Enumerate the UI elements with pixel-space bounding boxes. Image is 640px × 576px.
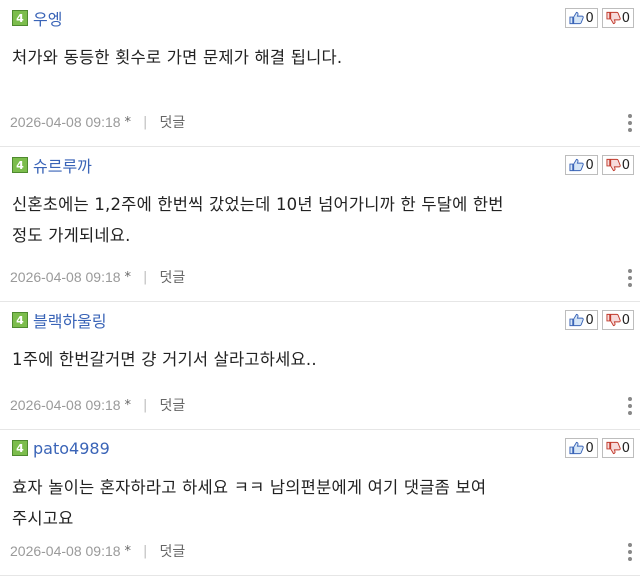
- meta-divider: |: [143, 269, 148, 285]
- thumbs-up-button[interactable]: 0: [565, 8, 598, 28]
- comment-date: 2026-04-08 09:18: [10, 114, 121, 130]
- thumbs-up-button[interactable]: 0: [565, 438, 598, 458]
- thumbs-up-icon: [569, 11, 585, 25]
- thumbs-down-button[interactable]: 0: [601, 438, 634, 458]
- thumbs-down-icon: [606, 158, 621, 172]
- meta-divider: |: [143, 114, 148, 130]
- comment-star: *: [124, 543, 132, 559]
- thumbs-up-icon: [569, 158, 585, 172]
- vote-buttons: 0 0: [565, 155, 634, 175]
- user-nickname[interactable]: 슈르루까: [33, 153, 92, 177]
- comment-header: 4 슈르루까: [12, 153, 92, 177]
- meta-divider: |: [143, 397, 148, 413]
- thumbs-down-button[interactable]: 0: [601, 8, 634, 28]
- more-options-icon[interactable]: [628, 269, 632, 287]
- thumbs-down-count: 0: [621, 440, 630, 456]
- comment-star: *: [124, 397, 132, 413]
- reply-link[interactable]: 덧글: [159, 267, 185, 287]
- thumbs-down-icon: [606, 313, 621, 327]
- user-nickname[interactable]: 블랙하울링: [33, 308, 107, 332]
- comment-date: 2026-04-08 09:18: [10, 269, 121, 285]
- comment-star: *: [124, 114, 132, 130]
- reply-link[interactable]: 덧글: [159, 112, 185, 132]
- comment-header: 4 pato4989: [12, 438, 110, 458]
- user-level-badge: 4: [12, 440, 28, 456]
- thumbs-up-button[interactable]: 0: [565, 310, 598, 330]
- comment-text-line: 정도 가게되네요.: [12, 226, 131, 245]
- vote-buttons: 0 0: [565, 310, 634, 330]
- more-options-icon[interactable]: [628, 114, 632, 132]
- comment-meta: 2026-04-08 09:18 * | 덧글: [10, 267, 185, 287]
- reply-link[interactable]: 덧글: [159, 395, 185, 415]
- thumbs-down-count: 0: [621, 10, 630, 26]
- thumbs-down-count: 0: [621, 312, 630, 328]
- comment-text: 효자 놀이는 혼자하라고 하세요 ㅋㅋ 남의편분에게 여기 댓글좀 보여 주시고…: [12, 472, 620, 534]
- user-nickname[interactable]: 우엥: [33, 6, 62, 30]
- thumbs-down-icon: [606, 11, 621, 25]
- comment-text-line: 처가와 동등한 횟수로 가면 문제가 해결 됩니다.: [12, 48, 343, 67]
- thumbs-down-count: 0: [621, 157, 630, 173]
- comment-date: 2026-04-08 09:18: [10, 543, 121, 559]
- thumbs-up-icon: [569, 313, 585, 327]
- comment-item: 4 pato4989 0 0 효자 놀이는 혼자하라고 하세요 ㅋㅋ 남의편분에…: [0, 430, 640, 576]
- comment-text: 처가와 동등한 횟수로 가면 문제가 해결 됩니다.: [12, 42, 620, 73]
- comment-meta: 2026-04-08 09:18 * | 덧글: [10, 112, 185, 132]
- vote-buttons: 0 0: [565, 438, 634, 458]
- user-level-badge: 4: [12, 312, 28, 328]
- more-options-icon[interactable]: [628, 397, 632, 415]
- user-level-badge: 4: [12, 10, 28, 26]
- comment-header: 4 우엥: [12, 6, 62, 30]
- comment-date: 2026-04-08 09:18: [10, 397, 121, 413]
- vote-buttons: 0 0: [565, 8, 634, 28]
- comment-item: 4 블랙하울링 0 0 1주에 한번갈거면 걍 거기서 살라고하세요.. 202…: [0, 302, 640, 430]
- thumbs-up-count: 0: [585, 440, 594, 456]
- comment-header: 4 블랙하울링: [12, 308, 107, 332]
- thumbs-down-button[interactable]: 0: [601, 310, 634, 330]
- comment-item: 4 슈르루까 0 0 신혼초에는 1,2주에 한번씩 갔었는데 10년 넘어가니…: [0, 147, 640, 302]
- user-level-badge: 4: [12, 157, 28, 173]
- thumbs-down-button[interactable]: 0: [601, 155, 634, 175]
- comment-meta: 2026-04-08 09:18 * | 덧글: [10, 541, 185, 561]
- comment-text-line: 1주에 한번갈거면 걍 거기서 살라고하세요..: [12, 350, 317, 369]
- thumbs-up-icon: [569, 441, 585, 455]
- reply-link[interactable]: 덧글: [159, 541, 185, 561]
- thumbs-up-count: 0: [585, 157, 594, 173]
- comment-meta: 2026-04-08 09:18 * | 덧글: [10, 395, 185, 415]
- thumbs-up-count: 0: [585, 312, 594, 328]
- thumbs-up-count: 0: [585, 10, 594, 26]
- comment-text-line: 효자 놀이는 혼자하라고 하세요 ㅋㅋ 남의편분에게 여기 댓글좀 보여: [12, 478, 487, 497]
- comment-item: 4 우엥 0 0 처가와 동등한 횟수로 가면 문제가 해결 됩니다. 2026…: [0, 0, 640, 147]
- thumbs-up-button[interactable]: 0: [565, 155, 598, 175]
- meta-divider: |: [143, 543, 148, 559]
- user-nickname[interactable]: pato4989: [33, 439, 110, 458]
- thumbs-down-icon: [606, 441, 621, 455]
- comment-text-line: 신혼초에는 1,2주에 한번씩 갔었는데 10년 넘어가니까 한 두달에 한번: [12, 195, 504, 214]
- comment-text-line: 주시고요: [12, 509, 74, 528]
- comment-star: *: [124, 269, 132, 285]
- comment-text: 1주에 한번갈거면 걍 거기서 살라고하세요..: [12, 344, 620, 375]
- more-options-icon[interactable]: [628, 543, 632, 561]
- comment-text: 신혼초에는 1,2주에 한번씩 갔었는데 10년 넘어가니까 한 두달에 한번 …: [12, 189, 620, 251]
